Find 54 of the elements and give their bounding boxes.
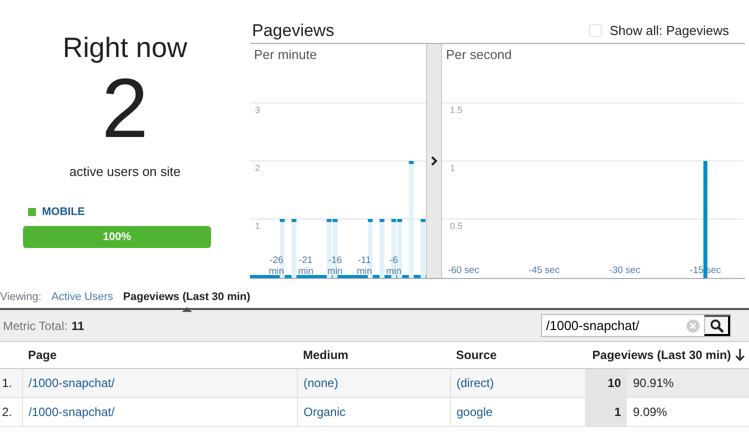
axis-label: -30 sec — [609, 265, 640, 276]
checkbox-label[interactable]: Show all: Pageviews — [610, 20, 729, 40]
table-link[interactable]: (none) — [304, 376, 338, 390]
column-header[interactable]: Medium — [303, 348, 348, 362]
axis-label: -6 min — [386, 255, 402, 277]
progress-reading: 100% — [102, 230, 132, 245]
search-icon — [710, 318, 724, 332]
pageviews-value: 1 — [614, 405, 621, 419]
chart-title: Per minute — [254, 47, 317, 62]
caption: active users on site — [69, 163, 181, 181]
row-number: 2. — [2, 405, 12, 419]
chevron-right-icon — [430, 156, 438, 166]
search-field[interactable]: /1000-snapchat/ — [541, 314, 731, 337]
table-link[interactable]: google — [456, 405, 493, 419]
axis-label: -16 min — [327, 255, 343, 277]
pageviews-value: 10 — [608, 376, 621, 390]
metric-value: 11 — [71, 318, 84, 334]
viewing-label: Viewing: — [0, 290, 42, 305]
checkbox[interactable] — [588, 24, 602, 37]
bar — [420, 219, 426, 278]
search-input[interactable]: /1000-snapchat/ — [542, 316, 686, 336]
percent-value: 9.09% — [633, 405, 668, 419]
clear-icon[interactable] — [686, 318, 700, 332]
sort-down-icon — [735, 349, 746, 361]
legend-label: MOBILE — [42, 204, 85, 220]
axis-label: -45 sec — [528, 265, 560, 276]
collapse-handle[interactable] — [426, 44, 442, 278]
column-header[interactable]: Source — [456, 348, 497, 362]
axis-label: 1.5 — [450, 105, 463, 115]
axis-label: 3 — [255, 105, 260, 115]
axis-label: 0.5 — [450, 221, 463, 231]
table-link[interactable]: /1000-snapchat/ — [28, 376, 115, 390]
axis-label: 1 — [450, 163, 456, 173]
table-link[interactable]: (direct) — [456, 376, 494, 390]
active-users-count: 2 — [102, 66, 148, 150]
section-title: Pageviews — [252, 20, 334, 42]
axis-label: -21 min — [298, 255, 314, 277]
table-link[interactable]: /1000-snapchat/ — [28, 405, 115, 419]
bar — [292, 219, 296, 278]
metric-label: Metric Total: — [3, 318, 68, 334]
view-tab[interactable]: Active Users — [51, 288, 114, 306]
axis-label: -11 min — [356, 255, 372, 277]
column-header[interactable]: Pageviews (Last 30 min) — [592, 346, 732, 364]
column-header[interactable]: Page — [28, 348, 57, 362]
row-number: 1. — [2, 376, 12, 390]
axis-label: -60 sec — [448, 265, 480, 276]
heading: Right now — [62, 34, 188, 62]
axis-label: -26 min — [268, 255, 284, 277]
percent-value: 90.91% — [633, 376, 674, 390]
axis-label: 1 — [255, 221, 260, 231]
table-link[interactable]: Organic — [304, 405, 346, 419]
axis-label: 2 — [255, 163, 260, 173]
bar — [380, 219, 384, 278]
chart-title: Per second — [446, 47, 512, 62]
